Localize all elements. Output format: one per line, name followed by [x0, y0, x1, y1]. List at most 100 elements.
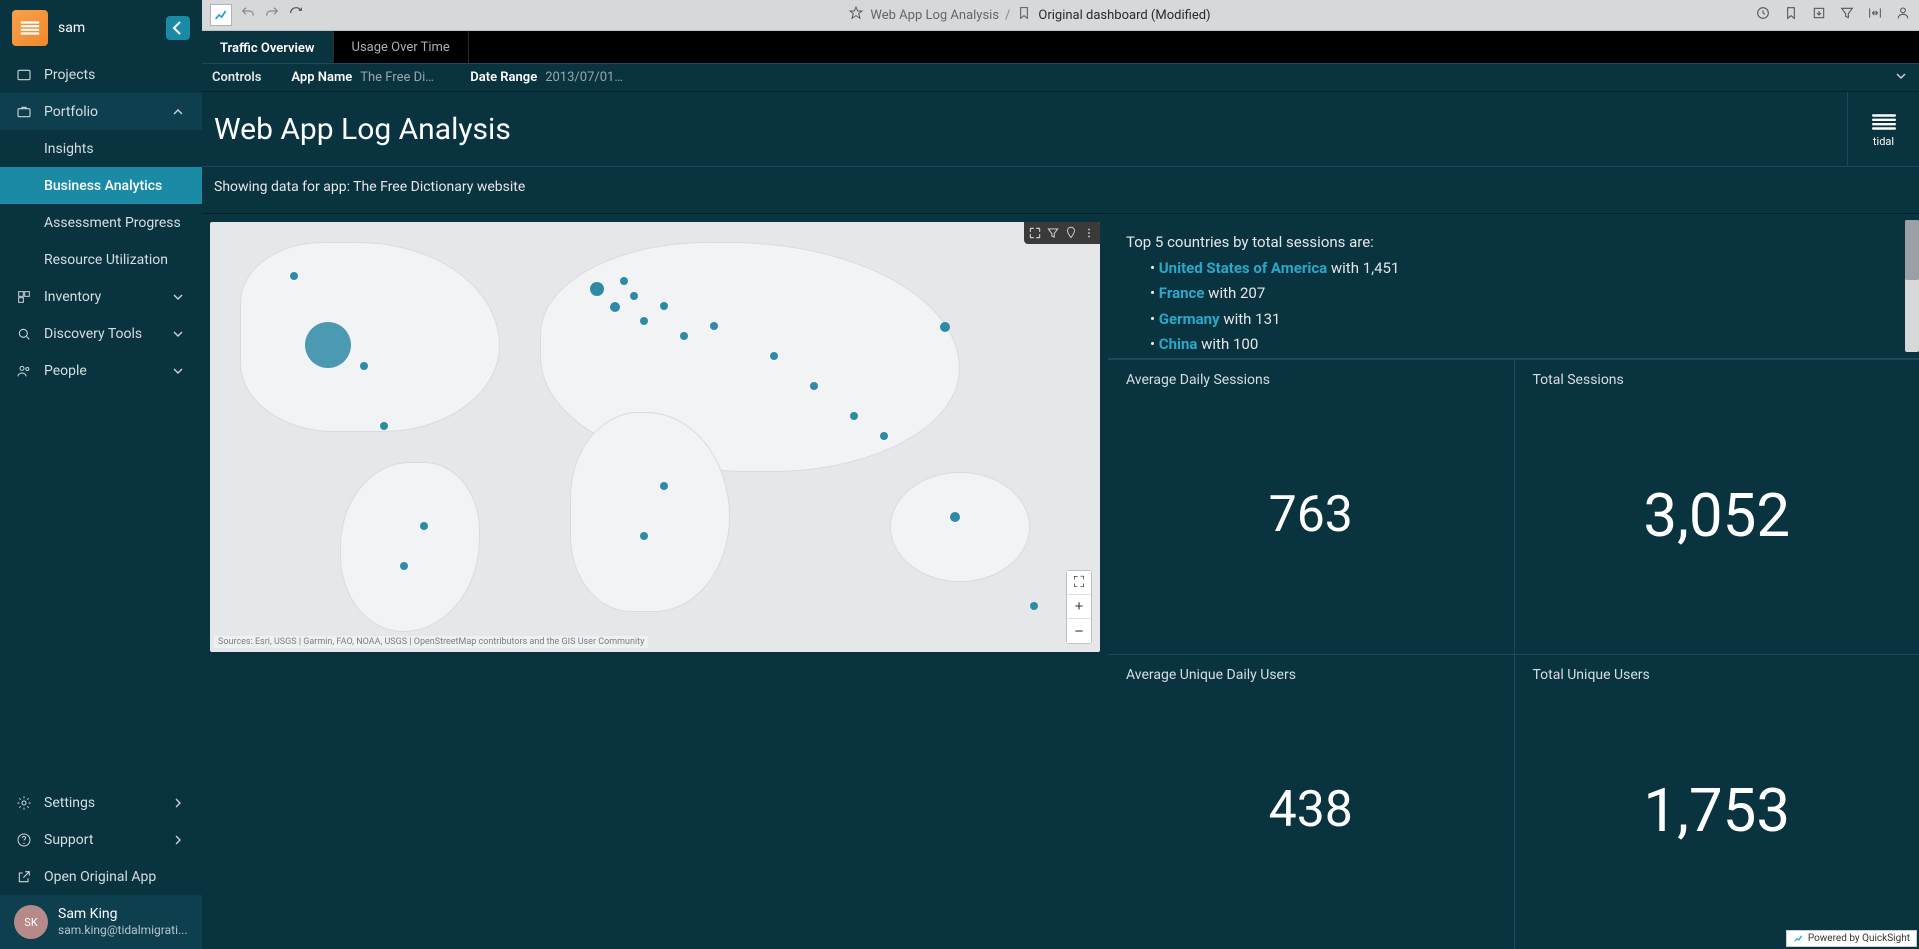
topbar-left: [210, 4, 304, 26]
undo-button[interactable]: [240, 5, 256, 25]
controls-expand-button[interactable]: [1893, 68, 1909, 88]
nav-label: Support: [44, 832, 93, 848]
tab-label: Traffic Overview: [220, 41, 315, 56]
top5-country: France: [1159, 284, 1205, 302]
sidebar-collapse-button[interactable]: [166, 16, 190, 40]
avatar: SK: [14, 905, 48, 939]
quicksight-app-icon[interactable]: [210, 4, 232, 26]
nav-portfolio[interactable]: Portfolio: [0, 93, 202, 130]
topbar-subtitle: Original dashboard (Modified): [1038, 8, 1210, 23]
chevron-down-icon: [170, 363, 186, 379]
fit-width-icon[interactable]: [1867, 5, 1883, 25]
bookmark-solid-icon[interactable]: [1783, 5, 1799, 25]
sidebar-nav: Projects Portfolio Insights Business Ana…: [0, 56, 202, 784]
map-zoom-out-button[interactable]: −: [1067, 619, 1091, 643]
star-icon[interactable]: [848, 5, 864, 25]
nav-discovery-tools[interactable]: Discovery Tools: [0, 315, 202, 352]
nav-people[interactable]: People: [0, 352, 202, 389]
kpi-total-unique-users: Total Unique Users 1,753: [1514, 654, 1919, 949]
sidebar: sam Projects Portfolio Insights Business…: [0, 0, 202, 949]
chart-icon: [213, 7, 229, 23]
world-map-canvas: [210, 222, 1100, 652]
briefcase-icon: [16, 104, 32, 120]
right-column: Top 5 countries by total sessions are: U…: [1108, 214, 1919, 949]
main: Web App Log Analysis / Original dashboar…: [202, 0, 1919, 949]
map-attribution: Sources: Esri, USGS | Garmin, FAO, NOAA,…: [214, 636, 648, 648]
control-appname[interactable]: App Name The Free Dicti...: [291, 70, 440, 85]
topbar-title: Web App Log Analysis: [870, 8, 999, 23]
kpi-avg-unique-daily-users: Average Unique Daily Users 438: [1108, 654, 1514, 949]
map-fullscreen-button[interactable]: ⛶: [1067, 571, 1091, 595]
nav-label: Portfolio: [44, 104, 98, 120]
nav-label: Inventory: [44, 289, 101, 305]
nav-label: Business Analytics: [44, 178, 162, 194]
top5-row: France with 207: [1150, 281, 1901, 307]
map-zoom-in-button[interactable]: +: [1067, 595, 1091, 619]
refresh-button[interactable]: [288, 5, 304, 25]
chevron-down-icon: [1893, 68, 1909, 84]
kpi-grid: Average Daily Sessions 763 Total Session…: [1108, 359, 1919, 949]
user-info: Sam King sam.king@tidalmigrati...: [58, 905, 187, 939]
nav-settings[interactable]: Settings: [0, 784, 202, 821]
kpi-label: Total Sessions: [1533, 372, 1902, 388]
chevron-left-icon: [166, 16, 190, 40]
nav-business-analytics[interactable]: Business Analytics: [0, 167, 202, 204]
help-icon: [16, 832, 32, 848]
tidal-brand-icon: [1871, 111, 1897, 133]
gear-icon: [16, 795, 32, 811]
page-title: Web App Log Analysis: [202, 112, 1847, 147]
people-icon: [16, 363, 32, 379]
filter-icon[interactable]: [1839, 5, 1855, 25]
topbar-sep: /: [1005, 8, 1010, 23]
top5-country: Germany: [1159, 310, 1220, 328]
user-name: Sam King: [58, 905, 187, 923]
bookmark-icon[interactable]: [1016, 5, 1032, 25]
user-email: sam.king@tidalmigrati...: [58, 923, 187, 939]
kpi-label: Average Unique Daily Users: [1126, 667, 1496, 683]
nav-insights[interactable]: Insights: [0, 130, 202, 167]
control-label: App Name: [291, 70, 352, 85]
brand-logo: [12, 10, 48, 46]
top5-heading: Top 5 countries by total sessions are:: [1126, 230, 1901, 256]
kpi-value: 763: [1126, 388, 1496, 642]
top5-row: Germany with 131: [1150, 307, 1901, 333]
chevron-right-icon: [170, 832, 186, 848]
sidebar-profile[interactable]: SK Sam King sam.king@tidalmigrati...: [0, 895, 202, 949]
top5-row: United Kingdom of Great Britain and Nort…: [1150, 358, 1901, 360]
nav-resource-utilization[interactable]: Resource Utilization: [0, 241, 202, 278]
controls-label: Controls: [212, 70, 261, 85]
nav-assessment-progress[interactable]: Assessment Progress: [0, 204, 202, 241]
kpi-value: 1,753: [1533, 683, 1902, 937]
nav-inventory[interactable]: Inventory: [0, 278, 202, 315]
topbar-right: [1755, 5, 1911, 25]
world-map-visual[interactable]: ⛶ + − Sources: Esri, USGS | Garmin, FAO,…: [210, 222, 1100, 652]
nav-support[interactable]: Support: [0, 821, 202, 858]
top5-country: United States of America: [1159, 259, 1327, 277]
sidebar-header: sam: [0, 0, 202, 56]
nav-label: Resource Utilization: [44, 252, 168, 268]
sidebar-bottom: Settings Support Open Original App SK Sa…: [0, 784, 202, 949]
kpi-value: 3,052: [1533, 388, 1902, 642]
top5-panel: Top 5 countries by total sessions are: U…: [1108, 214, 1919, 359]
control-daterange[interactable]: Date Range 2013/07/01 00:...: [470, 70, 625, 85]
search-icon: [16, 326, 32, 342]
top5-value: 100: [1233, 335, 1258, 353]
powered-by-quicksight-badge: Powered by QuickSight: [1786, 930, 1917, 947]
dashboard-tabs: Traffic Overview Usage Over Time: [202, 31, 1919, 64]
top5-row: China with 100: [1150, 332, 1901, 358]
tab-usage-over-time[interactable]: Usage Over Time: [334, 31, 469, 63]
nav-projects[interactable]: Projects: [0, 56, 202, 93]
control-label: Date Range: [470, 70, 537, 85]
tab-traffic-overview[interactable]: Traffic Overview: [202, 31, 334, 63]
top5-row: United States of America with 1,451: [1150, 256, 1901, 282]
top5-value: 1,451: [1363, 259, 1400, 277]
export-icon[interactable]: [1811, 5, 1827, 25]
redo-button[interactable]: [264, 5, 280, 25]
nav-label: People: [44, 363, 87, 379]
user-icon[interactable]: [1895, 5, 1911, 25]
content-area: ⛶ + − Sources: Esri, USGS | Garmin, FAO,…: [202, 214, 1919, 949]
clock-icon[interactable]: [1755, 5, 1771, 25]
page-subtitle: Showing data for app: The Free Dictionar…: [202, 167, 1919, 214]
top5-scrollbar-thumb[interactable]: [1905, 220, 1919, 280]
nav-open-original-app[interactable]: Open Original App: [0, 858, 202, 895]
